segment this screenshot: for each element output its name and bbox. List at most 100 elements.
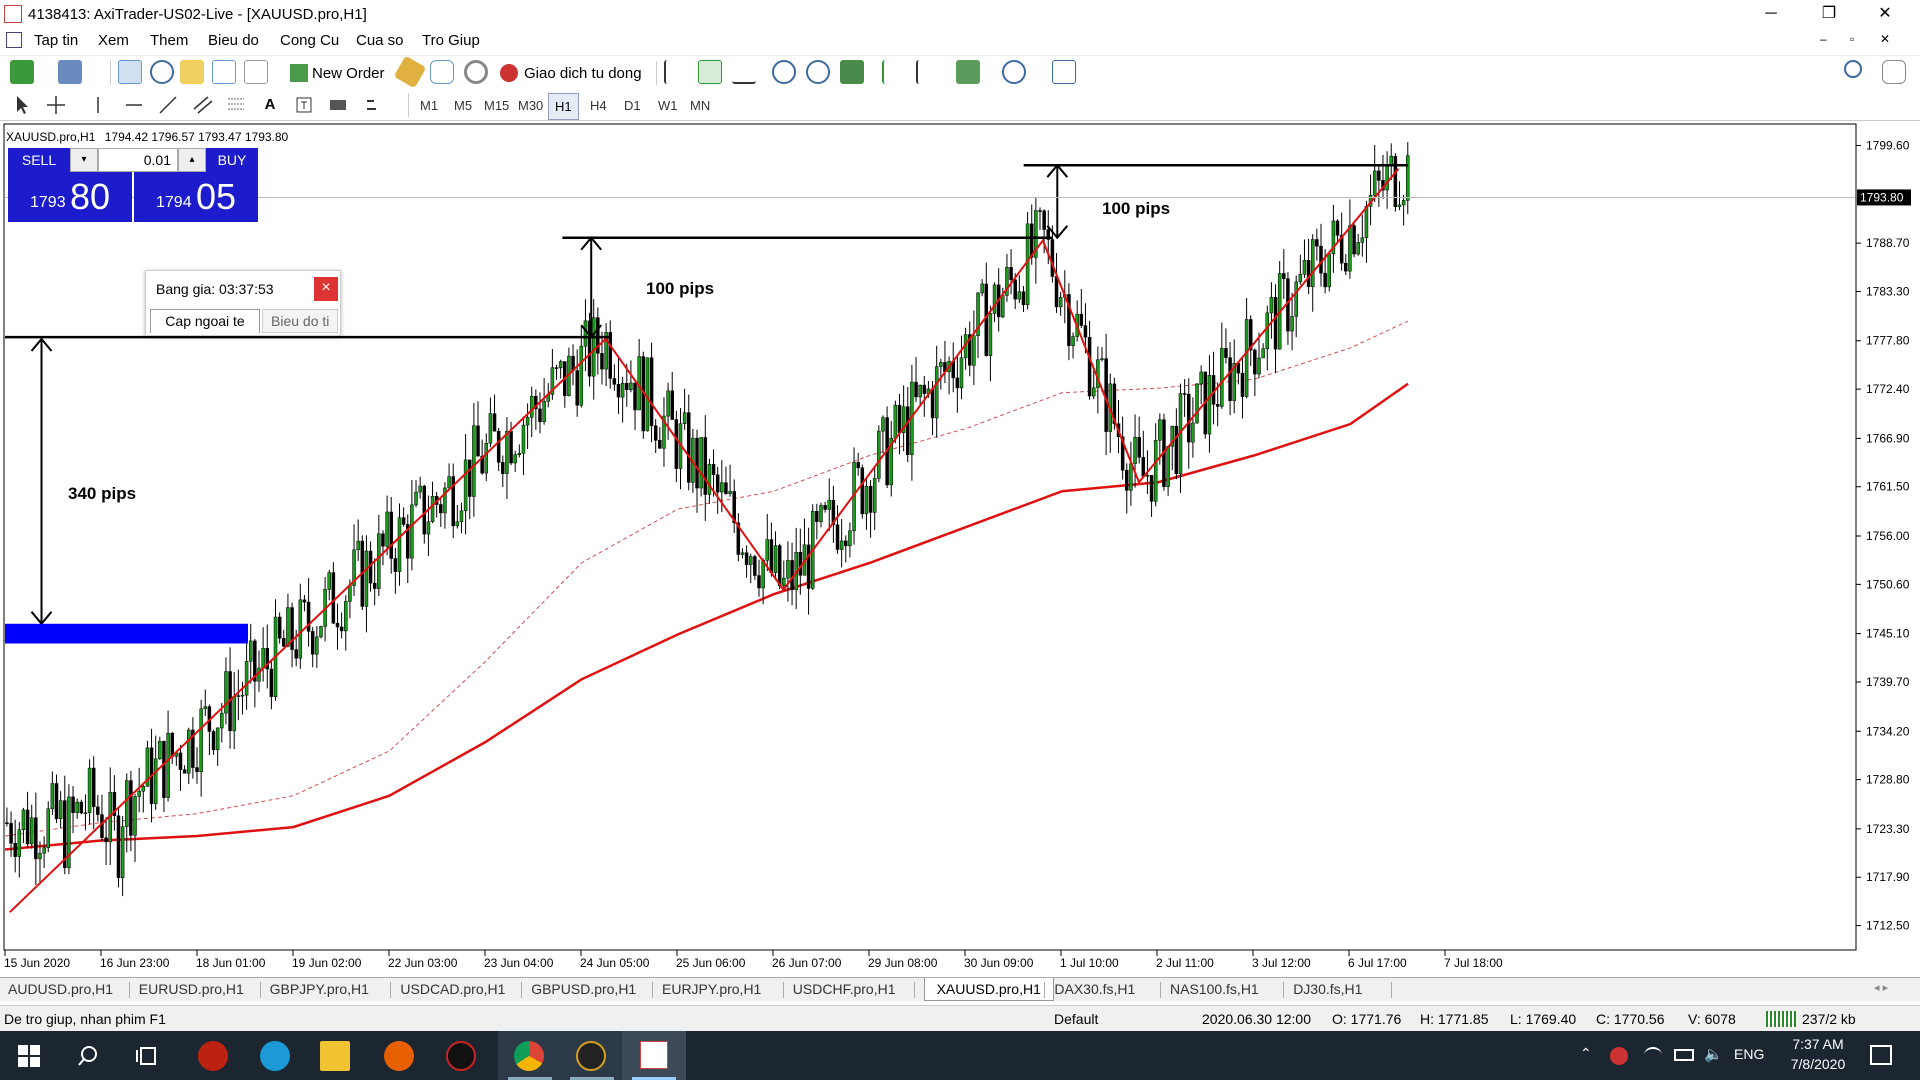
lot-down-button[interactable]: ▾ — [70, 148, 98, 172]
child-minimize-button[interactable]: – — [1820, 32, 1827, 46]
chart-area[interactable]: 1799.60 1788.70 1783.30 1777.80 1772.40 1766.… — [0, 122, 1920, 980]
chart-tab-gbpjpy-pro-h1[interactable]: GBPJPY.pro,H1 — [270, 981, 369, 997]
chart-tab-usdcad-pro-h1[interactable]: USDCAD.pro,H1 — [400, 981, 505, 997]
market-icon[interactable] — [464, 60, 488, 84]
market-watch-close-button[interactable]: × — [314, 277, 338, 301]
search-taskbar-icon[interactable] — [76, 1044, 100, 1068]
tab-scroll-arrows-icon[interactable]: ◂ ▸ — [1874, 981, 1888, 994]
task-view-icon[interactable] — [136, 1045, 158, 1067]
line-chart-icon[interactable] — [732, 60, 756, 84]
wifi-icon[interactable] — [1644, 1047, 1662, 1063]
close-button[interactable]: ✕ — [1862, 0, 1908, 28]
vertical-line-icon[interactable] — [86, 93, 110, 117]
trendline-icon[interactable] — [156, 93, 180, 117]
chart-tab-usdchf-pro-h1[interactable]: USDCHF.pro,H1 — [793, 981, 896, 997]
autoscroll-icon[interactable] — [916, 60, 940, 84]
auto-trading-button[interactable]: Giao dich tu dong — [496, 60, 646, 86]
price-chart[interactable]: 1799.60 1788.70 1783.30 1777.80 1772.40 1766.… — [0, 122, 1920, 980]
text-label-icon[interactable] — [292, 93, 316, 117]
chart-tab-gbpusd-pro-h1[interactable]: GBPUSD.pro,H1 — [531, 981, 636, 997]
timeframe-m30[interactable]: M30 — [518, 98, 543, 113]
file-explorer-icon[interactable] — [320, 1041, 350, 1071]
bar-chart-icon[interactable] — [664, 60, 688, 84]
market-watch-tab-symbols[interactable]: Cap ngoai te — [150, 309, 260, 333]
timeframe-m5[interactable]: M5 — [454, 98, 472, 113]
market-watch-window[interactable]: Bang gia: 03:37:53 × Cap ngoai te Bieu d… — [145, 270, 341, 336]
periods-icon[interactable] — [1002, 60, 1026, 84]
lot-up-button[interactable]: ▴ — [178, 148, 206, 172]
rectangle-icon[interactable] — [326, 93, 350, 117]
clock-time[interactable]: 7:37 AM — [1786, 1036, 1850, 1052]
minimize-button[interactable]: ─ — [1748, 0, 1794, 28]
candlestick-chart-icon[interactable] — [698, 60, 722, 84]
start-icon[interactable] — [18, 1045, 40, 1067]
new-order-button[interactable]: New Order — [286, 60, 389, 86]
chart-shift-icon[interactable] — [882, 60, 906, 84]
child-restore-button[interactable]: ▫ — [1850, 32, 1854, 46]
market-watch-tab-tick-chart[interactable]: Bieu do ti — [262, 309, 338, 333]
market-watch-icon[interactable] — [118, 60, 142, 84]
terminal-icon[interactable] — [212, 60, 236, 84]
menu-charts[interactable]: Bieu do — [208, 32, 259, 49]
channel-icon[interactable] — [190, 93, 214, 117]
sell-price-button[interactable]: 1793 80 — [8, 172, 132, 222]
search-icon[interactable] — [1844, 60, 1862, 78]
fibonacci-icon[interactable] — [224, 93, 248, 117]
lot-size-input[interactable]: 0.01 — [98, 148, 178, 172]
input-language[interactable]: ENG — [1734, 1046, 1764, 1062]
volume-icon[interactable]: 🔈 — [1704, 1045, 1723, 1063]
gaming-app-icon[interactable] — [446, 1041, 476, 1071]
buy-button[interactable]: BUY — [206, 148, 258, 172]
buy-price-button[interactable]: 1794 05 — [134, 172, 258, 222]
chat-icon[interactable] — [1882, 60, 1906, 84]
firefox-app-icon[interactable] — [384, 1041, 414, 1071]
tray-antivirus-icon[interactable] — [1610, 1047, 1628, 1065]
menu-insert[interactable]: Them — [150, 32, 188, 49]
timeframe-m1[interactable]: M1 — [420, 98, 438, 113]
timeframe-h4[interactable]: H4 — [590, 98, 607, 113]
zoom-in-icon[interactable] — [772, 60, 796, 84]
axitrader-app-button[interactable] — [622, 1031, 686, 1080]
arrows-icon[interactable] — [362, 93, 386, 117]
chart-tab-nas100-fs-h1[interactable]: NAS100.fs,H1 — [1170, 981, 1259, 997]
templates-icon[interactable] — [1052, 60, 1076, 84]
crosshair-icon[interactable] — [44, 93, 68, 117]
menu-file[interactable]: Tap tin — [34, 32, 78, 49]
signals-icon[interactable] — [430, 60, 454, 84]
cursor-icon[interactable] — [10, 93, 34, 117]
menu-view[interactable]: Xem — [98, 32, 129, 49]
zoom-out-icon[interactable] — [806, 60, 830, 84]
strategy-tester-icon[interactable] — [244, 60, 268, 84]
sell-button[interactable]: SELL — [8, 148, 70, 172]
restore-button[interactable]: ❐ — [1806, 0, 1852, 28]
chart-tab-dj30-fs-h1[interactable]: DJ30.fs,H1 — [1293, 981, 1362, 997]
metaeditor-icon[interactable] — [393, 55, 427, 89]
notifications-icon[interactable] — [1870, 1045, 1892, 1065]
chrome-app-button[interactable] — [498, 1031, 562, 1080]
edge-app-icon[interactable] — [260, 1041, 290, 1071]
text-icon[interactable]: A — [258, 93, 282, 117]
chart-tab-dax30-fs-h1[interactable]: DAX30.fs,H1 — [1054, 981, 1135, 997]
horizontal-line-icon[interactable] — [122, 93, 146, 117]
indicators-icon[interactable] — [956, 60, 980, 84]
timeframe-h1[interactable]: H1 — [548, 93, 579, 120]
clock-date[interactable]: 7/8/2020 — [1780, 1056, 1856, 1072]
chart-tab-eurjpy-pro-h1[interactable]: EURJPY.pro,H1 — [662, 981, 761, 997]
data-window-icon[interactable] — [150, 60, 174, 84]
child-close-button[interactable]: ✕ — [1880, 32, 1890, 46]
trading-app-button[interactable] — [560, 1031, 624, 1080]
timeframe-m15[interactable]: M15 — [484, 98, 509, 113]
chart-tab-xauusd-pro-h1[interactable]: XAUUSD.pro,H1 — [923, 978, 1054, 1001]
new-chart-icon[interactable] — [10, 60, 34, 84]
menu-tools[interactable]: Cong Cu — [280, 32, 339, 49]
profiles-icon[interactable] — [58, 60, 82, 84]
navigator-icon[interactable] — [180, 60, 204, 84]
chart-tab-audusd-pro-h1[interactable]: AUDUSD.pro,H1 — [8, 981, 113, 997]
timeframe-w1[interactable]: W1 — [658, 98, 678, 113]
battery-icon[interactable] — [1674, 1049, 1694, 1061]
tray-chevron-icon[interactable]: ⌃ — [1580, 1045, 1592, 1062]
antivirus-app-icon[interactable] — [198, 1041, 228, 1071]
menu-window[interactable]: Cua so — [356, 32, 404, 49]
timeframe-mn[interactable]: MN — [690, 98, 710, 113]
menu-help[interactable]: Tro Giup — [422, 32, 480, 49]
